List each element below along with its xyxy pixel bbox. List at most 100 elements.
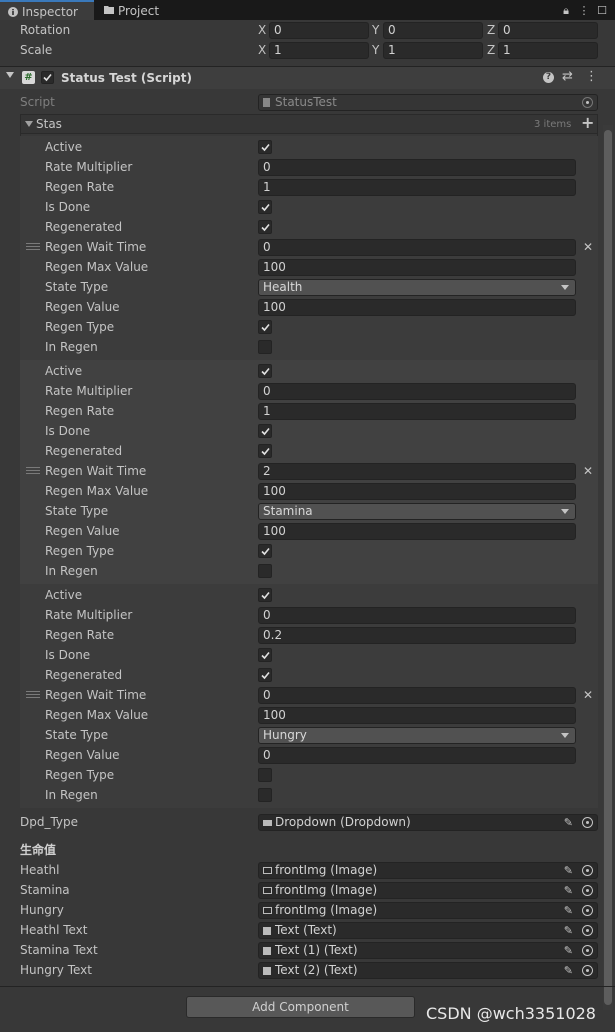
regen-max-value-field[interactable]: 100 bbox=[258, 707, 576, 724]
regenerated-checkbox[interactable] bbox=[258, 220, 272, 234]
tab-inspector[interactable]: Inspector bbox=[0, 0, 94, 20]
active-row: Active bbox=[0, 585, 600, 605]
state-type-dropdown[interactable]: Health bbox=[258, 279, 576, 296]
component-header[interactable]: # Status Test (Script) ? ⇄ ⋮ bbox=[0, 67, 615, 89]
regenerated-checkbox[interactable] bbox=[258, 444, 272, 458]
regen-type-row: Regen Type bbox=[0, 765, 600, 785]
reference-field[interactable]: frontImg (Image) ✎ bbox=[258, 882, 598, 899]
regen-rate-field[interactable]: 0.2 bbox=[258, 627, 576, 644]
active-checkbox[interactable] bbox=[258, 588, 272, 602]
more-icon[interactable]: ⋮ bbox=[585, 69, 598, 84]
tab-project[interactable]: Project bbox=[96, 0, 186, 20]
rotation-z-field[interactable]: 0 bbox=[498, 22, 598, 39]
dpd-type-field[interactable]: Dropdown (Dropdown) ✎ bbox=[258, 814, 598, 831]
state-type-row: State Type Stamina bbox=[0, 501, 600, 521]
reference-field[interactable]: frontImg (Image) ✎ bbox=[258, 862, 598, 879]
edit-icon[interactable]: ✎ bbox=[564, 863, 573, 878]
state-type-label: State Type bbox=[45, 504, 109, 518]
drag-handle-icon[interactable] bbox=[26, 691, 40, 699]
edit-icon[interactable]: ✎ bbox=[564, 815, 573, 830]
regen-value-field[interactable]: 100 bbox=[258, 299, 576, 316]
add-component-button[interactable]: Add Component bbox=[186, 996, 415, 1018]
drag-handle-icon[interactable] bbox=[26, 467, 40, 475]
object-picker-icon[interactable] bbox=[582, 865, 593, 876]
active-checkbox[interactable] bbox=[258, 140, 272, 154]
object-picker-icon[interactable] bbox=[582, 965, 593, 976]
regen-type-checkbox[interactable] bbox=[258, 768, 272, 782]
regen-wait-time-field[interactable]: 0 bbox=[258, 687, 576, 704]
tab-label: Project bbox=[118, 4, 160, 18]
rate-multiplier-field[interactable]: 0 bbox=[258, 607, 576, 624]
list-foldout-icon[interactable] bbox=[25, 121, 33, 127]
in-regen-checkbox[interactable] bbox=[258, 564, 272, 578]
is-done-row: Is Done bbox=[0, 421, 600, 441]
regen-value-field[interactable]: 0 bbox=[258, 747, 576, 764]
component-title: Status Test (Script) bbox=[61, 71, 192, 85]
object-picker-icon[interactable] bbox=[582, 885, 593, 896]
active-checkbox[interactable] bbox=[258, 364, 272, 378]
is-done-checkbox[interactable] bbox=[258, 424, 272, 438]
edit-icon[interactable]: ✎ bbox=[564, 923, 573, 938]
regen-rate-field[interactable]: 1 bbox=[258, 403, 576, 420]
reference-field[interactable]: frontImg (Image) ✎ bbox=[258, 902, 598, 919]
object-picker-icon[interactable] bbox=[582, 925, 593, 936]
list-header[interactable]: Stas 3 items + bbox=[20, 113, 598, 134]
reference-field[interactable]: Text (1) (Text) ✎ bbox=[258, 942, 598, 959]
reference-row: Stamina frontImg (Image) ✎ bbox=[0, 880, 600, 900]
in-regen-checkbox[interactable] bbox=[258, 340, 272, 354]
regen-wait-time-field[interactable]: 0 bbox=[258, 239, 576, 256]
object-picker-icon[interactable] bbox=[582, 817, 593, 828]
is-done-checkbox[interactable] bbox=[258, 648, 272, 662]
object-picker-icon[interactable] bbox=[582, 945, 593, 956]
edit-icon[interactable]: ✎ bbox=[564, 903, 573, 918]
remove-element-icon[interactable]: ✕ bbox=[582, 461, 594, 481]
regen-wait-time-field[interactable]: 2 bbox=[258, 463, 576, 480]
preset-icon[interactable]: ⇄ bbox=[562, 69, 573, 84]
regen-wait-time-label: Regen Wait Time bbox=[45, 240, 147, 254]
edit-icon[interactable]: ✎ bbox=[564, 963, 573, 978]
checkmark-icon bbox=[261, 143, 270, 152]
tab-label: Inspector bbox=[22, 5, 78, 19]
remove-element-icon[interactable]: ✕ bbox=[582, 685, 594, 705]
state-type-dropdown[interactable]: Hungry bbox=[258, 727, 576, 744]
regen-max-value-field[interactable]: 100 bbox=[258, 483, 576, 500]
state-type-dropdown[interactable]: Stamina bbox=[258, 503, 576, 520]
drag-handle-icon[interactable] bbox=[26, 243, 40, 251]
more-icon[interactable]: ⋮ bbox=[577, 4, 591, 18]
folder-icon bbox=[104, 6, 114, 14]
rate-multiplier-field[interactable]: 0 bbox=[258, 159, 576, 176]
in-regen-row: In Regen bbox=[0, 337, 600, 357]
rate-multiplier-field[interactable]: 0 bbox=[258, 383, 576, 400]
regen-type-checkbox[interactable] bbox=[258, 320, 272, 334]
regen-rate-field[interactable]: 1 bbox=[258, 179, 576, 196]
scale-z-field[interactable]: 1 bbox=[498, 42, 598, 59]
regen-value-field[interactable]: 100 bbox=[258, 523, 576, 540]
reference-field[interactable]: Text (2) (Text) ✎ bbox=[258, 962, 598, 979]
is-done-checkbox[interactable] bbox=[258, 200, 272, 214]
lock-icon[interactable]: 🔒︎ bbox=[559, 4, 573, 18]
maximize-icon[interactable]: ☐ bbox=[595, 4, 609, 18]
window-controls: 🔒︎ ⋮ ☐ bbox=[555, 3, 609, 17]
remove-element-icon[interactable]: ✕ bbox=[582, 237, 594, 257]
scrollbar[interactable] bbox=[603, 125, 613, 1010]
edit-icon[interactable]: ✎ bbox=[564, 883, 573, 898]
rotation-y-field[interactable]: 0 bbox=[383, 22, 483, 39]
is-done-label: Is Done bbox=[45, 200, 91, 214]
reference-field[interactable]: Text (Text) ✎ bbox=[258, 922, 598, 939]
add-item-icon[interactable]: + bbox=[581, 113, 594, 132]
object-picker-icon[interactable] bbox=[582, 905, 593, 916]
in-regen-checkbox[interactable] bbox=[258, 788, 272, 802]
scrollbar-thumb[interactable] bbox=[604, 130, 612, 1005]
scale-x-field[interactable]: 1 bbox=[269, 42, 369, 59]
regen-max-value-field[interactable]: 100 bbox=[258, 259, 576, 276]
component-enabled-checkbox[interactable] bbox=[41, 71, 54, 84]
help-icon[interactable]: ? bbox=[543, 72, 554, 83]
regen-type-checkbox[interactable] bbox=[258, 544, 272, 558]
rotation-x-field[interactable]: 0 bbox=[269, 22, 369, 39]
foldout-arrow-icon[interactable] bbox=[6, 72, 14, 78]
regenerated-row: Regenerated bbox=[0, 441, 600, 461]
edit-icon[interactable]: ✎ bbox=[564, 943, 573, 958]
regen-rate-label: Regen Rate bbox=[45, 180, 115, 194]
regenerated-checkbox[interactable] bbox=[258, 668, 272, 682]
scale-y-field[interactable]: 1 bbox=[383, 42, 483, 59]
